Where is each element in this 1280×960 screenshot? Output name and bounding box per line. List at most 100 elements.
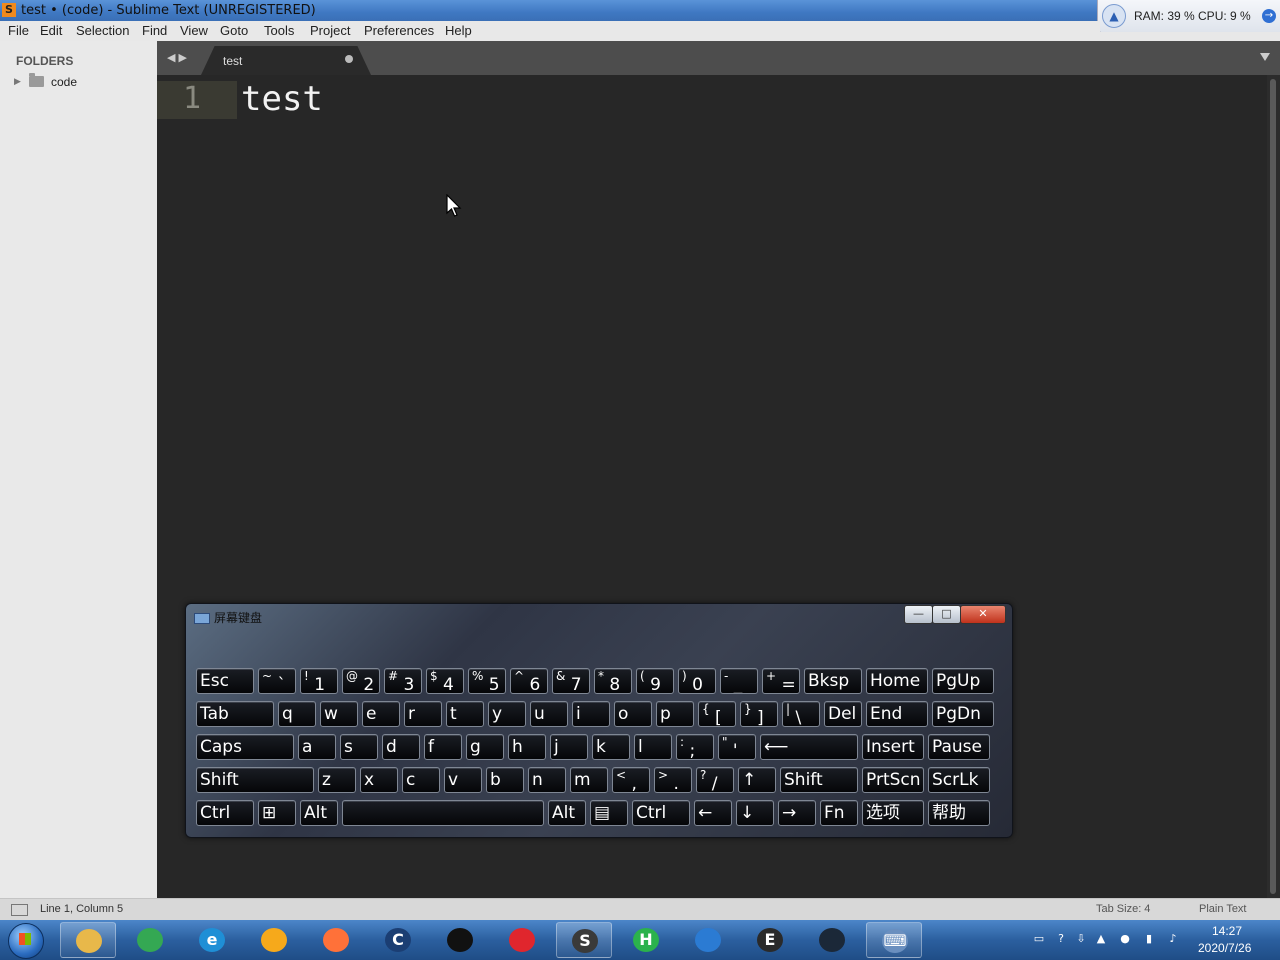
- key-sym4-8[interactable]: ↓: [736, 800, 774, 826]
- key-home[interactable]: Home: [866, 668, 928, 694]
- key-sym1-13[interactable]: | \: [782, 701, 820, 727]
- keyboard-tray-icon[interactable]: ▭: [1032, 932, 1046, 946]
- taskbar-app-circle[interactable]: [246, 922, 302, 958]
- key-9[interactable]: ( 9: [636, 668, 674, 694]
- taskbar-ccleaner[interactable]: C: [370, 922, 426, 958]
- editor-scrollbar[interactable]: [1267, 75, 1280, 898]
- taskbar-chrome[interactable]: [122, 922, 178, 958]
- taskbar-steam[interactable]: [804, 922, 860, 958]
- maximize-button[interactable]: □: [932, 605, 961, 624]
- key-win[interactable]: ⊞: [258, 800, 296, 826]
- help-tray-icon[interactable]: ?: [1054, 932, 1068, 946]
- key-u[interactable]: u: [530, 701, 568, 727]
- key-2[interactable]: @ 2: [342, 668, 380, 694]
- key-w[interactable]: w: [320, 701, 358, 727]
- key-sym0-13[interactable]: + =: [762, 668, 800, 694]
- key-s[interactable]: s: [340, 734, 378, 760]
- key-6[interactable]: ^ 6: [510, 668, 548, 694]
- key-alt[interactable]: Alt: [300, 800, 338, 826]
- key-v[interactable]: v: [444, 767, 482, 793]
- caret-right-icon[interactable]: ▶: [14, 77, 21, 87]
- expand-arrow-icon[interactable]: →: [1262, 9, 1276, 23]
- menu-file[interactable]: File: [8, 23, 29, 38]
- key-scrlk[interactable]: ScrLk: [928, 767, 990, 793]
- tab-test[interactable]: test: [201, 46, 371, 75]
- key-8[interactable]: * 8: [594, 668, 632, 694]
- key-k[interactable]: k: [592, 734, 630, 760]
- menu-selection[interactable]: Selection: [76, 23, 129, 38]
- taskbar-vscode[interactable]: [680, 922, 736, 958]
- menu-find[interactable]: Find: [142, 23, 167, 38]
- unsaved-dot-icon[interactable]: [345, 55, 353, 63]
- key-pgup[interactable]: PgUp: [932, 668, 994, 694]
- key-sym2-11[interactable]: " ': [718, 734, 756, 760]
- key-sym2-10[interactable]: : ;: [676, 734, 714, 760]
- key-sym4-12[interactable]: 帮助: [928, 800, 990, 826]
- key-p[interactable]: p: [656, 701, 694, 727]
- key-pause[interactable]: Pause: [928, 734, 990, 760]
- menu-tools[interactable]: Tools: [264, 23, 294, 38]
- clock-time[interactable]: 14:27: [1212, 924, 1242, 938]
- key-insert[interactable]: Insert: [862, 734, 924, 760]
- key-sym4-9[interactable]: →: [778, 800, 816, 826]
- network-icon[interactable]: ▮: [1142, 932, 1156, 946]
- folder-row-code[interactable]: ▶ code: [14, 73, 154, 92]
- key-5[interactable]: % 5: [468, 668, 506, 694]
- rocket-icon[interactable]: ▲: [1102, 4, 1126, 28]
- key-r[interactable]: r: [404, 701, 442, 727]
- key-caps[interactable]: Caps: [196, 734, 294, 760]
- key-o[interactable]: o: [614, 701, 652, 727]
- key-sym1-12[interactable]: } ]: [740, 701, 778, 727]
- key-j[interactable]: j: [550, 734, 588, 760]
- key-0[interactable]: ) 0: [678, 668, 716, 694]
- key-l[interactable]: l: [634, 734, 672, 760]
- key-b[interactable]: b: [486, 767, 524, 793]
- show-hidden-icons-icon[interactable]: ▲: [1094, 932, 1108, 946]
- key-f[interactable]: f: [424, 734, 462, 760]
- tab-dropdown-icon[interactable]: [1260, 53, 1270, 61]
- key-3[interactable]: # 3: [384, 668, 422, 694]
- key-tab[interactable]: Tab: [196, 701, 274, 727]
- taskbar-hbuilder[interactable]: H: [618, 922, 674, 958]
- key-sym0-1[interactable]: ~ `: [258, 668, 296, 694]
- key-z[interactable]: z: [318, 767, 356, 793]
- code-line[interactable]: test: [241, 79, 323, 119]
- key-y[interactable]: y: [488, 701, 526, 727]
- key-sym1-11[interactable]: { [: [698, 701, 736, 727]
- scrollbar-thumb[interactable]: [1270, 79, 1276, 894]
- clock-date[interactable]: 2020/7/26: [1198, 941, 1251, 955]
- key-bksp[interactable]: Bksp: [804, 668, 862, 694]
- key-g[interactable]: g: [466, 734, 504, 760]
- key-d[interactable]: d: [382, 734, 420, 760]
- system-monitor-widget[interactable]: ▲ RAM: 39 % CPU: 9 % →: [1097, 0, 1280, 32]
- key-sym4-11[interactable]: 选项: [862, 800, 924, 826]
- key-sym3-11[interactable]: ↑: [738, 767, 776, 793]
- key-a[interactable]: a: [298, 734, 336, 760]
- key-4[interactable]: $ 4: [426, 668, 464, 694]
- key-space[interactable]: [342, 800, 544, 826]
- menu-view[interactable]: View: [180, 23, 208, 38]
- key-pgdn[interactable]: PgDn: [932, 701, 994, 727]
- key-m[interactable]: m: [570, 767, 608, 793]
- menu-preferences[interactable]: Preferences: [364, 23, 434, 38]
- panel-toggle-icon[interactable]: [11, 904, 28, 916]
- key-sym4-7[interactable]: ←: [694, 800, 732, 826]
- taskbar-qq[interactable]: [432, 922, 488, 958]
- key-end[interactable]: End: [866, 701, 928, 727]
- minimize-button[interactable]: —: [904, 605, 933, 624]
- key-sym3-8[interactable]: < ,: [612, 767, 650, 793]
- tab-nav-arrows-icon[interactable]: ◀▶: [167, 51, 190, 64]
- qq-tray-icon[interactable]: ●: [1118, 932, 1132, 946]
- taskbar-edge[interactable]: e: [184, 922, 240, 958]
- key-q[interactable]: q: [278, 701, 316, 727]
- menu-edit[interactable]: Edit: [40, 23, 62, 38]
- menu-help[interactable]: Help: [445, 23, 472, 38]
- language-tray-icon[interactable]: ⇩: [1074, 932, 1088, 946]
- key-esc[interactable]: Esc: [196, 668, 254, 694]
- key-i[interactable]: i: [572, 701, 610, 727]
- volume-icon[interactable]: ♪: [1166, 932, 1180, 946]
- key-alt[interactable]: Alt: [548, 800, 586, 826]
- menu-goto[interactable]: Goto: [220, 23, 248, 38]
- start-button[interactable]: [2, 920, 48, 960]
- taskbar-osk[interactable]: ⌨: [866, 922, 922, 958]
